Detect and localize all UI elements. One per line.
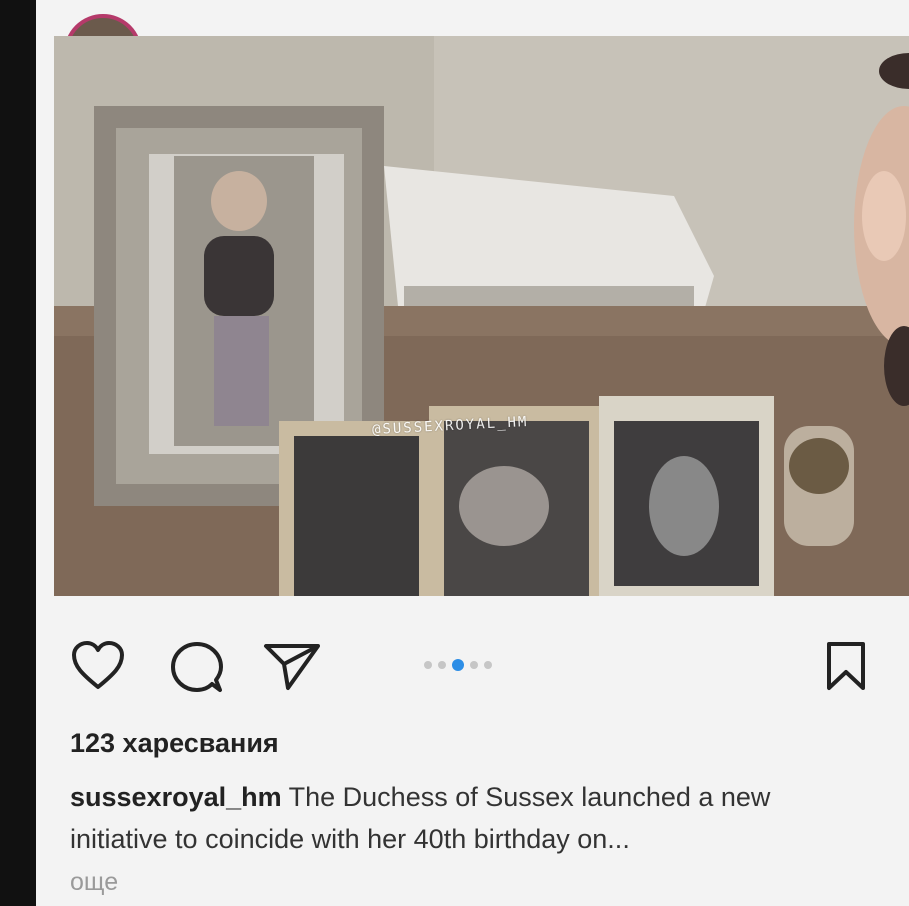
carousel-indicator (424, 659, 492, 671)
likes-count[interactable]: 123 харесвания (70, 728, 279, 759)
share-icon[interactable] (262, 640, 322, 692)
caption-username[interactable]: sussexroyal_hm (70, 782, 282, 812)
post-image[interactable]: @SUSSEXROYAL_HM (54, 36, 909, 596)
carousel-dot-active (452, 659, 464, 671)
carousel-dot (424, 661, 432, 669)
more-link[interactable]: още (70, 868, 118, 897)
comment-icon[interactable] (168, 640, 224, 696)
heart-icon[interactable] (70, 640, 126, 692)
bookmark-icon[interactable] (824, 640, 868, 692)
carousel-dot (484, 661, 492, 669)
instagram-post: @SUSSEXROYAL_HM 123 харесвания sussexroy… (36, 0, 909, 906)
carousel-dot (438, 661, 446, 669)
post-caption: sussexroyal_hm The Duchess of Sussex lau… (70, 776, 870, 860)
photo-illustration (54, 36, 909, 596)
carousel-dot (470, 661, 478, 669)
left-dark-bar (0, 0, 36, 906)
